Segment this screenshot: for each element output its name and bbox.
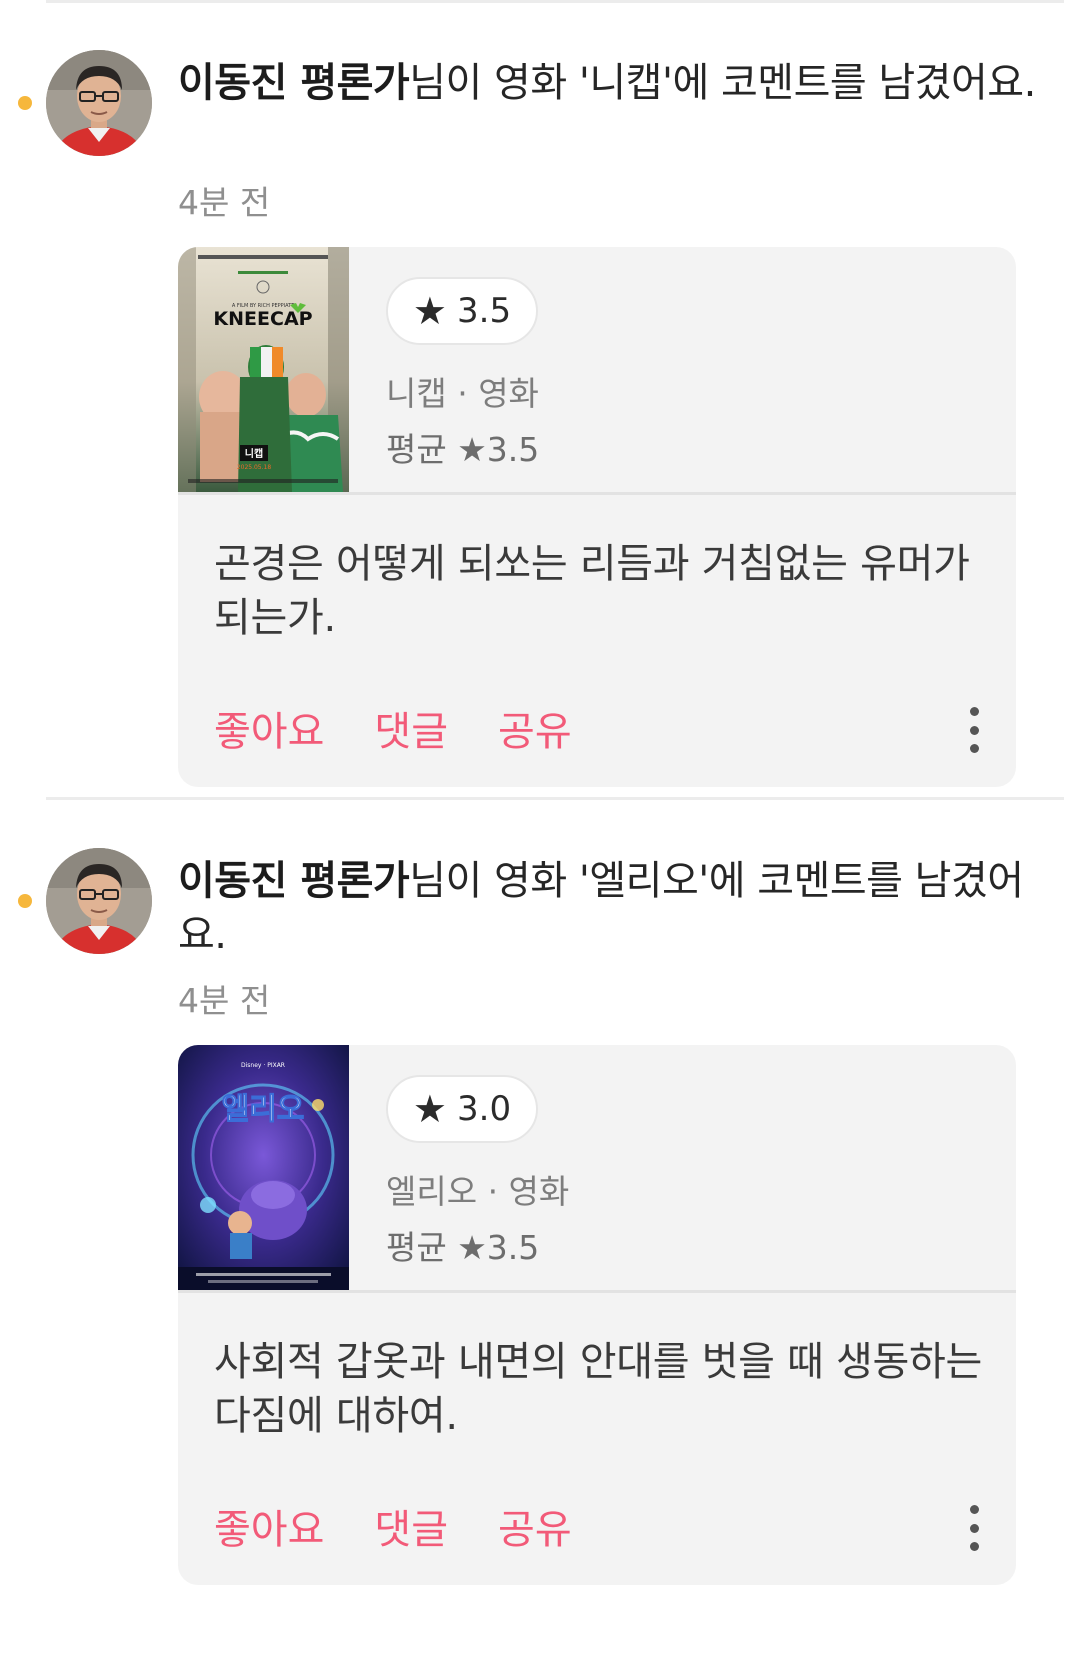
reply-button[interactable]: 댓글 — [374, 699, 448, 757]
avatar[interactable] — [46, 50, 152, 156]
timestamp: 4분 전 — [178, 183, 271, 222]
movie-info-section[interactable]: A FILM BY RICH PEPPIATT KNEECAP 니캡 2025.… — [178, 247, 1016, 492]
movie-title-type[interactable]: 니캡 · 영화 — [386, 367, 539, 415]
share-button[interactable]: 공유 — [498, 699, 572, 757]
card-divider — [178, 1290, 1016, 1293]
feed-headline: 이동진 평론가님이 영화 '니캡'에 코멘트를 남겼어요. — [178, 56, 1038, 110]
rating-value: 3.5 — [457, 291, 512, 331]
reply-button[interactable]: 댓글 — [374, 1497, 448, 1555]
poster-date: 2025.05.18 — [237, 464, 272, 471]
timestamp: 4분 전 — [178, 981, 271, 1020]
action-bar: 좋아요 댓글 공유 — [214, 1497, 572, 1555]
average-rating: 평균 ★3.5 — [386, 1228, 540, 1267]
rating-value: 3.0 — [457, 1089, 512, 1129]
unread-indicator — [18, 96, 32, 110]
card-divider — [178, 492, 1016, 495]
feed-item: 이동진 평론가님이 영화 '니캡'에 코멘트를 남겼어요. 4분 전 A FIL… — [0, 0, 1080, 800]
like-button[interactable]: 좋아요 — [214, 699, 324, 757]
more-options-icon[interactable] — [966, 1505, 982, 1551]
headline-text: 님이 영화 '니캡'에 코멘트를 남겼어요. — [409, 60, 1036, 106]
poster-studio: Disney · PIXAR — [241, 1062, 285, 1069]
user-name-link[interactable]: 이동진 평론가 — [178, 858, 410, 904]
movie-poster[interactable]: A FILM BY RICH PEPPIATT KNEECAP 니캡 2025.… — [178, 247, 349, 492]
movie-poster[interactable]: Disney · PIXAR 엘리오 — [178, 1045, 349, 1290]
movie-title-type[interactable]: 엘리오 · 영화 — [386, 1165, 569, 1213]
rating-badge: ★ 3.5 — [386, 277, 538, 345]
feed-item: 이동진 평론가님이 영화 '엘리오'에 코멘트를 남겼어요. 4분 전 Disn… — [0, 798, 1080, 1598]
comment-card[interactable]: A FILM BY RICH PEPPIATT KNEECAP 니캡 2025.… — [178, 247, 1016, 787]
rating-badge: ★ 3.0 — [386, 1075, 538, 1143]
comment-text[interactable]: 곤경은 어떻게 되쏘는 리듬과 거침없는 유머가 되는가. — [214, 537, 994, 645]
movie-info-section[interactable]: Disney · PIXAR 엘리오 ★ 3.0 엘리오 · 영화 평균 ★3.… — [178, 1045, 1016, 1290]
feed-headline: 이동진 평론가님이 영화 '엘리오'에 코멘트를 남겼어요. — [178, 854, 1038, 962]
avatar[interactable] — [46, 848, 152, 954]
poster-korean-title: 니캡 — [245, 447, 263, 460]
share-button[interactable]: 공유 — [498, 1497, 572, 1555]
user-name-link[interactable]: 이동진 평론가 — [178, 60, 410, 106]
star-icon: ★ — [412, 289, 447, 333]
like-button[interactable]: 좋아요 — [214, 1497, 324, 1555]
poster-title: 엘리오 — [222, 1092, 305, 1127]
average-rating: 평균 ★3.5 — [386, 430, 540, 469]
unread-indicator — [18, 894, 32, 908]
more-options-icon[interactable] — [966, 707, 982, 753]
comment-text[interactable]: 사회적 갑옷과 내면의 안대를 벗을 때 생동하는 다짐에 대하여. — [214, 1335, 994, 1443]
star-icon: ★ — [412, 1087, 447, 1131]
comment-card[interactable]: Disney · PIXAR 엘리오 ★ 3.0 엘리오 · 영화 평균 ★3.… — [178, 1045, 1016, 1585]
action-bar: 좋아요 댓글 공유 — [214, 699, 572, 757]
